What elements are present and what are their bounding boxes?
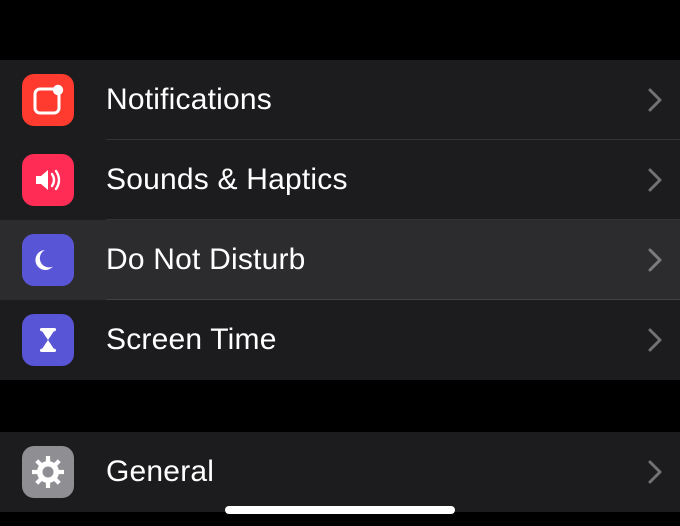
home-indicator[interactable] — [225, 506, 455, 514]
row-notifications[interactable]: Notifications — [0, 60, 680, 140]
row-label: General — [106, 455, 648, 489]
gear-icon — [22, 446, 74, 498]
chevron-right-icon — [648, 248, 662, 272]
row-general[interactable]: General — [0, 432, 680, 512]
chevron-right-icon — [648, 328, 662, 352]
row-label: Do Not Disturb — [106, 243, 648, 277]
settings-group-1: Notifications Sounds & Haptics — [0, 60, 680, 380]
sounds-icon — [22, 154, 74, 206]
chevron-right-icon — [648, 88, 662, 112]
section-gap — [0, 380, 680, 432]
settings-group-2: General — [0, 432, 680, 512]
row-sounds-haptics[interactable]: Sounds & Haptics — [0, 140, 680, 220]
notifications-icon — [22, 74, 74, 126]
row-label: Sounds & Haptics — [106, 163, 648, 197]
settings-list: Notifications Sounds & Haptics — [0, 0, 680, 512]
chevron-right-icon — [648, 168, 662, 192]
row-label: Notifications — [106, 83, 648, 117]
chevron-right-icon — [648, 460, 662, 484]
moon-icon — [22, 234, 74, 286]
row-screen-time[interactable]: Screen Time — [0, 300, 680, 380]
row-label: Screen Time — [106, 323, 648, 357]
section-gap — [0, 0, 680, 60]
row-do-not-disturb[interactable]: Do Not Disturb — [0, 220, 680, 300]
hourglass-icon — [22, 314, 74, 366]
